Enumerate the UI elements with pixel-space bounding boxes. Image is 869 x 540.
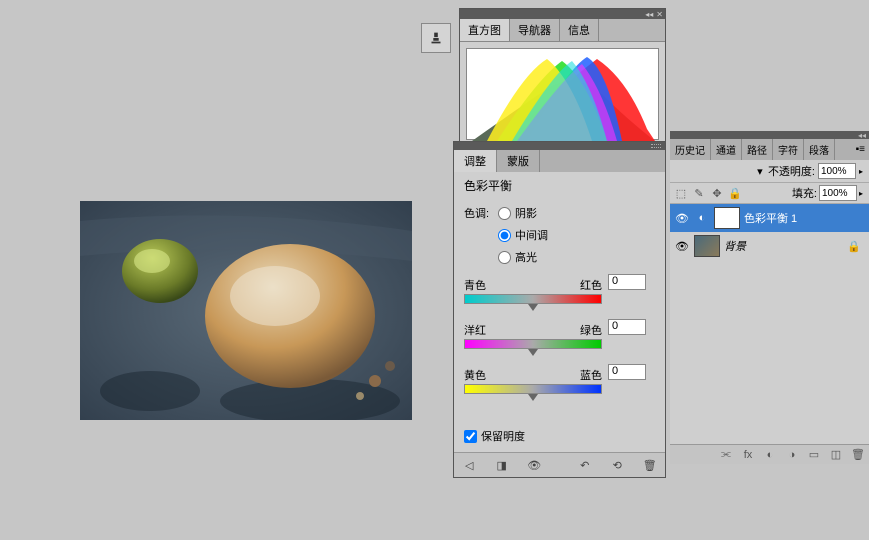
layers-footer: ⫘ fx ◐ ◑ ▭ ◫ 🗑 — [670, 444, 869, 464]
lock-options: ⬚ ✎ ✥ 🔒 — [672, 187, 742, 200]
layer-thumbnail[interactable] — [694, 235, 720, 257]
panel-titlebar[interactable]: ◂◂ — [670, 131, 869, 139]
value-magenta-green[interactable]: 0 — [608, 319, 646, 335]
layer-name[interactable]: 背景 — [724, 238, 746, 254]
clip-layer-icon[interactable]: ◨ — [495, 457, 510, 473]
panel-grip[interactable] — [454, 142, 665, 150]
clone-stamp-icon — [427, 29, 445, 47]
label-cyan: 青色 — [464, 277, 486, 293]
radio-highlights[interactable]: 高光 — [498, 249, 548, 265]
label-preserve-luminosity: 保留明度 — [481, 428, 525, 444]
layer-name[interactable]: 色彩平衡 1 — [744, 210, 797, 226]
color-balance-icon: ◐ — [694, 212, 710, 224]
tab-adjustments[interactable]: 调整 — [454, 150, 497, 172]
right-panel-group: ◂◂ 历史记 通道 路径 字符 段落 ▪≡ ▾ 不透明度: 100% ▸ ⬚ ✎… — [670, 131, 869, 464]
document-canvas — [80, 201, 412, 420]
slider-magenta-green[interactable]: 洋红绿色 0 — [464, 322, 602, 349]
lock-pixels-icon[interactable]: ✎ — [692, 187, 706, 200]
histogram-display — [466, 48, 659, 140]
right-tabs: 历史记 通道 路径 字符 段落 ▪≡ — [670, 139, 869, 160]
slider-thumb[interactable] — [528, 304, 538, 311]
tab-masks[interactable]: 蒙版 — [497, 150, 540, 172]
layer-mask-thumbnail[interactable] — [714, 207, 740, 229]
fill-flyout-icon[interactable]: ▸ — [859, 189, 867, 198]
collapse-icon[interactable]: ◂◂ — [645, 10, 653, 19]
checkbox-preserve-luminosity[interactable] — [464, 430, 477, 443]
layer-row-background[interactable]: 👁 背景 🔒 — [670, 232, 869, 260]
histogram-panel: ◂◂ ✕ 直方图 导航器 信息 — [459, 8, 666, 147]
histogram-tabs: 直方图 导航器 信息 — [460, 19, 665, 42]
tab-channels[interactable]: 通道 — [711, 139, 742, 160]
tab-paths[interactable]: 路径 — [742, 139, 773, 160]
tab-navigator[interactable]: 导航器 — [510, 19, 560, 41]
pebbles-photo — [80, 201, 412, 420]
layer-row-adjustment[interactable]: 👁 ◐ 色彩平衡 1 — [670, 204, 869, 232]
label-red: 红色 — [580, 277, 602, 293]
radio-midtones-label: 中间调 — [515, 227, 548, 243]
group-icon[interactable]: ▭ — [807, 448, 821, 461]
tab-paragraph[interactable]: 段落 — [804, 139, 835, 160]
value-cyan-red[interactable]: 0 — [608, 274, 646, 290]
layers-list: 👁 ◐ 色彩平衡 1 👁 背景 🔒 — [670, 204, 869, 444]
radio-shadows-label: 阴影 — [515, 205, 537, 221]
fill-row: ⬚ ✎ ✥ 🔒 填充: 100% ▸ — [670, 183, 869, 204]
tone-label: 色调: — [464, 205, 498, 265]
slider-cyan-red[interactable]: 青色红色 0 — [464, 277, 602, 304]
opacity-value[interactable]: 100% — [818, 163, 856, 179]
lock-transparent-icon[interactable]: ⬚ — [674, 187, 688, 200]
visibility-toggle-icon[interactable]: 👁 — [674, 212, 690, 225]
adjustments-footer: ◁ ◨ 👁 ↶ ⟲ 🗑 — [454, 452, 665, 477]
panel-menu-icon[interactable]: ▪≡ — [852, 144, 869, 155]
panel-titlebar[interactable]: ◂◂ ✕ — [460, 9, 665, 19]
blend-mode-dropdown[interactable]: ▾ — [755, 165, 765, 178]
tab-characters[interactable]: 字符 — [773, 139, 804, 160]
value-yellow-blue[interactable]: 0 — [608, 364, 646, 380]
adjustment-layer-icon[interactable]: ◑ — [785, 449, 799, 461]
link-layers-icon[interactable]: ⫘ — [719, 448, 733, 461]
trash-icon[interactable]: 🗑 — [643, 457, 658, 473]
radio-highlights-label: 高光 — [515, 249, 537, 265]
opacity-label: 不透明度: — [768, 163, 815, 179]
visibility-icon[interactable]: 👁 — [527, 457, 542, 473]
slider-thumb[interactable] — [528, 349, 538, 356]
close-icon[interactable]: ✕ — [656, 10, 663, 19]
radio-shadows[interactable]: 阴影 — [498, 205, 548, 221]
fill-value[interactable]: 100% — [819, 185, 857, 201]
tone-radio-group: 阴影 中间调 高光 — [498, 205, 548, 265]
label-magenta: 洋红 — [464, 322, 486, 338]
slider-yellow-blue[interactable]: 黄色蓝色 0 — [464, 367, 602, 394]
trash-icon[interactable]: 🗑 — [851, 448, 865, 461]
lock-all-icon[interactable]: 🔒 — [728, 187, 742, 200]
opacity-row: ▾ 不透明度: 100% ▸ — [670, 160, 869, 183]
fill-label: 填充: — [792, 185, 817, 201]
previous-state-icon[interactable]: ↶ — [578, 457, 593, 473]
tool-palette[interactable] — [421, 23, 451, 53]
slider-thumb[interactable] — [528, 394, 538, 401]
lock-position-icon[interactable]: ✥ — [710, 187, 724, 200]
opacity-flyout-icon[interactable]: ▸ — [859, 167, 867, 176]
new-layer-icon[interactable]: ◫ — [829, 448, 843, 461]
label-yellow: 黄色 — [464, 367, 486, 383]
label-blue: 蓝色 — [580, 367, 602, 383]
reset-icon[interactable]: ⟲ — [610, 457, 625, 473]
collapse-icon[interactable]: ◂◂ — [858, 131, 866, 140]
adjustments-panel: 调整 蒙版 色彩平衡 色调: 阴影 中间调 高光 青色 红色 0 洋红 绿色 0 — [453, 141, 666, 478]
visibility-toggle-icon[interactable]: 👁 — [674, 240, 690, 253]
tab-histogram[interactable]: 直方图 — [460, 19, 510, 41]
radio-midtones[interactable]: 中间调 — [498, 227, 548, 243]
lock-icon: 🔒 — [847, 240, 861, 253]
adjustments-tabs: 调整 蒙版 — [454, 150, 665, 172]
layer-style-icon[interactable]: fx — [741, 449, 755, 461]
tab-info[interactable]: 信息 — [560, 19, 599, 41]
label-green: 绿色 — [580, 322, 602, 338]
back-arrow-icon[interactable]: ◁ — [462, 457, 477, 473]
layer-mask-icon[interactable]: ◐ — [763, 449, 777, 461]
tab-history[interactable]: 历史记 — [670, 139, 711, 160]
adjustment-title: 色彩平衡 — [454, 172, 665, 199]
